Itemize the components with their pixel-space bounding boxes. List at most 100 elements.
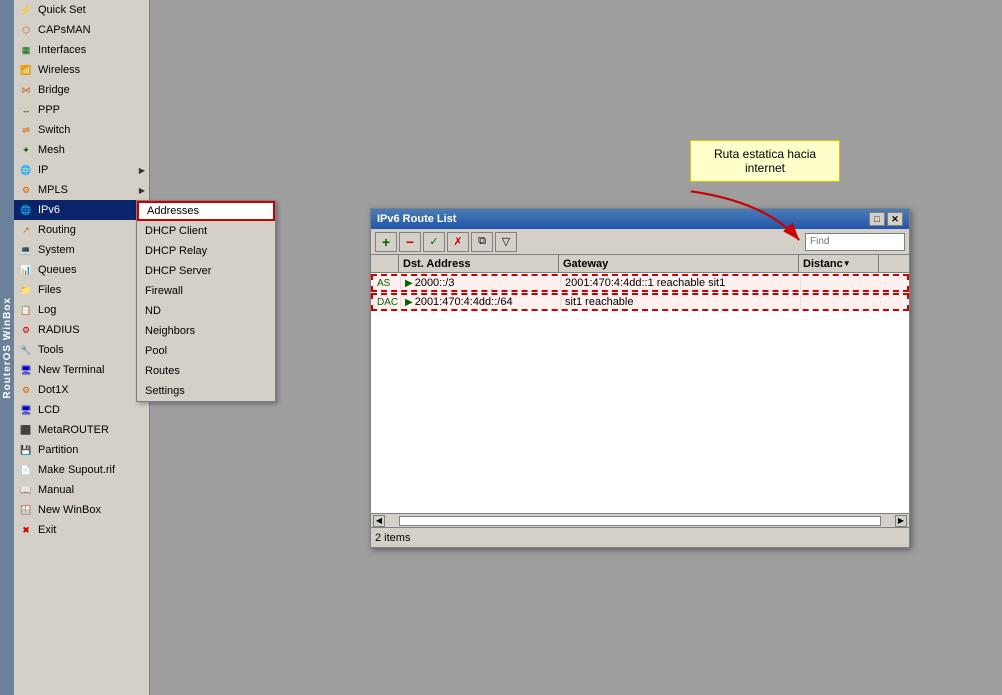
- row-dst-2: ▶ 2001:470:4:4dd::/64: [401, 295, 561, 309]
- route-window: IPv6 Route List □ ✕ + − ✓ ✗ ⧉ ▽: [370, 208, 910, 548]
- sidebar-item-switch[interactable]: ⇌ Switch: [14, 120, 149, 140]
- sidebar-item-routing[interactable]: ↗ Routing ▶: [14, 220, 149, 240]
- row-dst-1: ▶ 2000::/3: [401, 276, 561, 290]
- mesh-icon: ✦: [18, 142, 34, 158]
- route-window-title: IPv6 Route List □ ✕: [371, 209, 909, 229]
- close-button[interactable]: ✕: [887, 212, 903, 226]
- cross-button[interactable]: ✗: [447, 232, 469, 252]
- sidebar-item-new-terminal[interactable]: 🖥 New Terminal: [14, 360, 149, 380]
- check-button[interactable]: ✓: [423, 232, 445, 252]
- copy-button[interactable]: ⧉: [471, 232, 493, 252]
- route-toolbar: + − ✓ ✗ ⧉ ▽: [371, 229, 909, 255]
- table-header: Dst. Address Gateway Distanc: [371, 255, 909, 273]
- sidebar-item-exit[interactable]: ✖ Exit: [14, 520, 149, 540]
- switch-icon: ⇌: [18, 122, 34, 138]
- submenu-addresses[interactable]: Addresses: [137, 201, 275, 221]
- lcd-icon: 🖥: [18, 402, 34, 418]
- window-controls: □ ✕: [869, 212, 903, 226]
- sidebar-item-mesh[interactable]: ✦ Mesh: [14, 140, 149, 160]
- ip-arrow: ▶: [139, 166, 145, 175]
- submenu-dhcp-server[interactable]: DHCP Server: [137, 261, 275, 281]
- route-table: Dst. Address Gateway Distanc AS ▶ 2000::…: [371, 255, 909, 513]
- tools-icon: 🔧: [18, 342, 34, 358]
- submenu-neighbors[interactable]: Neighbors: [137, 321, 275, 341]
- col-header-gateway[interactable]: Gateway: [559, 255, 799, 272]
- sidebar-item-dot1x[interactable]: ⚙ Dot1X: [14, 380, 149, 400]
- sidebar-item-wireless[interactable]: 📶 Wireless: [14, 60, 149, 80]
- tooltip: Ruta estatica hacia internet: [690, 140, 840, 182]
- ip-icon: 🌐: [18, 162, 34, 178]
- sidebar-item-lcd[interactable]: 🖥 LCD: [14, 400, 149, 420]
- sidebar-item-bridge[interactable]: ⋈ Bridge: [14, 80, 149, 100]
- sidebar-item-log[interactable]: 📋 Log: [14, 300, 149, 320]
- queues-icon: 📊: [18, 262, 34, 278]
- scrollbar-track[interactable]: [399, 516, 881, 526]
- quick-set-icon: ⚡: [18, 2, 34, 18]
- sidebar-item-queues[interactable]: 📊 Queues: [14, 260, 149, 280]
- sidebar-item-capsman[interactable]: ⬡ CAPsMAN: [14, 20, 149, 40]
- sidebar-item-tools[interactable]: 🔧 Tools ▶: [14, 340, 149, 360]
- row-flag-2: DAC: [373, 296, 401, 309]
- submenu-dhcp-client[interactable]: DHCP Client: [137, 221, 275, 241]
- sidebar-item-manual[interactable]: 📖 Manual: [14, 480, 149, 500]
- sidebar-item-ipv6[interactable]: 🌐 IPv6 ▶: [14, 200, 149, 220]
- route-statusbar: 2 items: [371, 527, 909, 547]
- interfaces-icon: ▦: [18, 42, 34, 58]
- row-gateway-2: sit1 reachable: [561, 295, 801, 309]
- routing-icon: ↗: [18, 222, 34, 238]
- sidebar-item-files[interactable]: 📁 Files: [14, 280, 149, 300]
- exit-icon: ✖: [18, 522, 34, 538]
- supout-icon: 📄: [18, 462, 34, 478]
- col-header-dst[interactable]: Dst. Address: [399, 255, 559, 272]
- sidebar-item-ip[interactable]: 🌐 IP ▶: [14, 160, 149, 180]
- scroll-left[interactable]: ◀: [373, 515, 385, 527]
- col-header-flag[interactable]: [371, 255, 399, 272]
- submenu-nd[interactable]: ND: [137, 301, 275, 321]
- ipv6-icon: 🌐: [18, 202, 34, 218]
- filter-button[interactable]: ▽: [495, 232, 517, 252]
- sidebar: ⚡ Quick Set ⬡ CAPsMAN ▦ Interfaces 📶 Wir…: [14, 0, 150, 695]
- sidebar-item-metarouter[interactable]: ⬛ MetaROUTER: [14, 420, 149, 440]
- sidebar-item-partition[interactable]: 💾 Partition: [14, 440, 149, 460]
- add-button[interactable]: +: [375, 232, 397, 252]
- sidebar-item-interfaces[interactable]: ▦ Interfaces: [14, 40, 149, 60]
- table-row[interactable]: AS ▶ 2000::/3 2001:470:4:4dd::1 reachabl…: [371, 274, 909, 292]
- sidebar-item-ppp[interactable]: ↔ PPP: [14, 100, 149, 120]
- sidebar-item-radius[interactable]: ⚙ RADIUS: [14, 320, 149, 340]
- radius-icon: ⚙: [18, 322, 34, 338]
- sidebar-item-new-winbox[interactable]: 🪟 New WinBox: [14, 500, 149, 520]
- ppp-icon: ↔: [18, 102, 34, 118]
- submenu-routes[interactable]: Routes: [137, 361, 275, 381]
- remove-button[interactable]: −: [399, 232, 421, 252]
- dot1x-icon: ⚙: [18, 382, 34, 398]
- metarouter-icon: ⬛: [18, 422, 34, 438]
- system-icon: 💻: [18, 242, 34, 258]
- submenu-settings[interactable]: Settings: [137, 381, 275, 401]
- horizontal-scrollbar: ◀ ▶: [371, 513, 909, 527]
- find-input[interactable]: [805, 233, 905, 251]
- sidebar-item-make-supout[interactable]: 📄 Make Supout.rif: [14, 460, 149, 480]
- row-distance-1: [801, 282, 881, 284]
- submenu-dhcp-relay[interactable]: DHCP Relay: [137, 241, 275, 261]
- row-gateway-1: 2001:470:4:4dd::1 reachable sit1: [561, 276, 801, 290]
- mpls-icon: ⚙: [18, 182, 34, 198]
- partition-icon: 💾: [18, 442, 34, 458]
- log-icon: 📋: [18, 302, 34, 318]
- scroll-right[interactable]: ▶: [895, 515, 907, 527]
- manual-icon: 📖: [18, 482, 34, 498]
- bridge-icon: ⋈: [18, 82, 34, 98]
- col-header-distance[interactable]: Distanc: [799, 255, 879, 272]
- table-row[interactable]: DAC ▶ 2001:470:4:4dd::/64 sit1 reachable: [371, 293, 909, 311]
- sidebar-item-quick-set[interactable]: ⚡ Quick Set: [14, 0, 149, 20]
- sidebar-item-mpls[interactable]: ⚙ MPLS ▶: [14, 180, 149, 200]
- terminal-icon: 🖥: [18, 362, 34, 378]
- mpls-arrow: ▶: [139, 186, 145, 195]
- capsman-icon: ⬡: [18, 22, 34, 38]
- submenu-pool[interactable]: Pool: [137, 341, 275, 361]
- winbox-icon: 🪟: [18, 502, 34, 518]
- submenu-firewall[interactable]: Firewall: [137, 281, 275, 301]
- sidebar-item-system[interactable]: 💻 System ▶: [14, 240, 149, 260]
- row-flag-1: AS: [373, 277, 401, 290]
- minimize-button[interactable]: □: [869, 212, 885, 226]
- wireless-icon: 📶: [18, 62, 34, 78]
